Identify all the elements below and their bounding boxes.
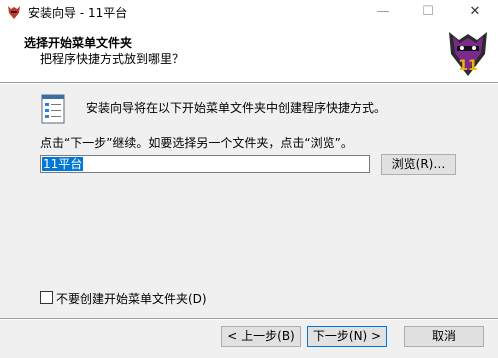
wizard-header: 选择开始菜单文件夹 把程序快捷方式放到哪里？ 11	[0, 24, 498, 82]
instruction-text: 安装向导将在以下开始菜单文件夹中创建程序快捷方式。	[86, 101, 387, 115]
back-button[interactable]: < 上一步(B)	[221, 326, 301, 347]
title-bar: 安装向导 - 11平台 — ☐ ✕	[0, 0, 498, 24]
svg-text:11: 11	[458, 58, 477, 74]
no-start-menu-folder-checkbox[interactable]	[40, 291, 53, 304]
minimize-button[interactable]: —	[360, 0, 406, 24]
folder-input-value: 11平台	[42, 157, 84, 171]
page-title: 选择开始菜单文件夹	[24, 36, 133, 50]
app-logo-icon	[8, 6, 20, 19]
window-title: 安装向导 - 11平台	[28, 6, 128, 20]
cancel-button[interactable]: 取消	[404, 326, 484, 347]
browse-button[interactable]: 浏览(R)…	[381, 154, 456, 175]
continue-hint-text: 点击“下一步”继续。如要选择另一个文件夹，点击“浏览”。	[40, 136, 353, 150]
start-menu-folder-input[interactable]: 11平台	[40, 155, 370, 173]
no-start-menu-folder-label[interactable]: 不要创建开始菜单文件夹(D)	[56, 290, 207, 307]
maximize-button[interactable]: ☐	[405, 0, 451, 24]
brand-logo-icon: 11	[449, 32, 487, 76]
next-button[interactable]: 下一步(N) >	[307, 326, 387, 347]
page-subtitle: 把程序快捷方式放到哪里？	[40, 52, 185, 66]
start-menu-folder-icon	[41, 94, 65, 124]
close-button[interactable]: ✕	[452, 0, 498, 24]
